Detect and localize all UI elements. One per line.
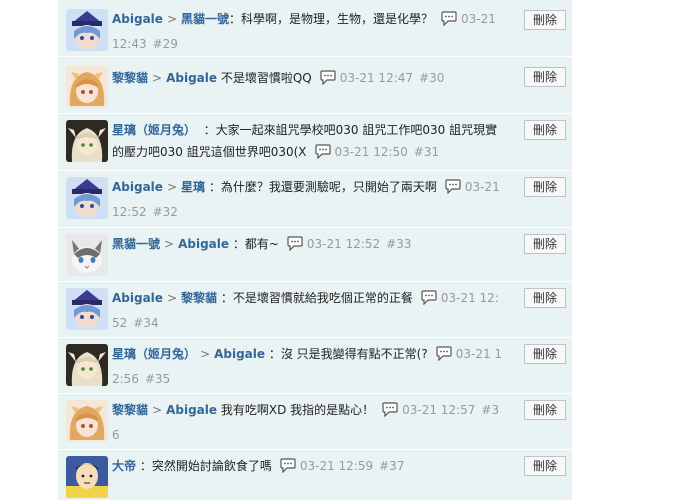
lilimao-avatar[interactable] [66, 66, 108, 108]
comment-text: 不是壞習慣啦QQ [220, 71, 312, 85]
delete-button[interactable]: 刪除 [524, 120, 566, 140]
comment-text: 我有吃啊XD 我指的是點心！ [220, 403, 375, 417]
abigale-avatar[interactable] [66, 9, 108, 51]
timestamp: 03-21 12:50 [334, 145, 408, 159]
comment-body: 黑貓一號 > Abigale ：都有~ 03-21 12:52 #33 [112, 233, 506, 258]
reply-bubble-icon[interactable] [441, 11, 457, 33]
reply-arrow: > [166, 180, 177, 194]
reply-bubble-icon[interactable] [287, 236, 303, 258]
reply-bubble-icon[interactable] [314, 144, 331, 166]
author-link[interactable]: 大帝 [112, 459, 136, 473]
comment-text: ：為什麼？我還要測驗呢，只開始了兩天啊 [208, 180, 437, 194]
comment-item: Abigale > 黑貓一號：科學啊，是物理，生物，還是化學？ 03-21 12:43… [58, 0, 572, 57]
author-link[interactable]: 星璃（姬月兔） [112, 347, 196, 361]
reply-bubble-icon[interactable] [421, 290, 437, 312]
target-link[interactable]: Abigale [214, 347, 265, 361]
cat-avatar[interactable] [66, 234, 108, 276]
comment-text: ：科學啊，是物理，生物，還是化學？ [229, 12, 434, 26]
reply-arrow: > [152, 403, 163, 417]
delete-button[interactable]: 刪除 [524, 10, 566, 30]
comment-number[interactable]: #31 [414, 145, 439, 159]
abigale-avatar[interactable] [66, 288, 108, 330]
comment-text: ：突然開始討論飲食了嗎 [139, 459, 272, 473]
comment-body: Abigale > 黎黎貓 ：不是壞習慣就給我吃個正常的正餐 03-21 12:52 #… [112, 287, 506, 334]
author-link[interactable]: 黎黎貓 [112, 71, 148, 85]
target-link[interactable]: 星璃 [181, 180, 205, 194]
delete-button[interactable]: 刪除 [524, 177, 566, 197]
reply-bubble-icon[interactable] [382, 402, 398, 424]
comment-text: ：都有~ [232, 237, 279, 251]
comment-number[interactable]: #32 [153, 205, 178, 219]
target-link[interactable]: Abigale [178, 237, 229, 251]
delete-button[interactable]: 刪除 [524, 400, 566, 420]
comment-item: 黎黎貓 > Abigale 我有吃啊XD 我指的是點心！ 03-21 12:57 #36… [58, 394, 572, 450]
author-link[interactable]: Abigale [112, 291, 163, 305]
comment-body: Abigale > 星璃 ：為什麼？我還要測驗呢，只開始了兩天啊 03-21 12:5… [112, 176, 506, 223]
target-link[interactable]: Abigale [166, 71, 217, 85]
reply-arrow: > [152, 71, 163, 85]
author-link[interactable]: Abigale [112, 180, 163, 194]
author-link[interactable]: 黑貓一號 [112, 237, 160, 251]
reply-arrow: > [166, 12, 177, 26]
delete-button[interactable]: 刪除 [524, 288, 566, 308]
timestamp: 03-21 12:52 [306, 237, 381, 251]
comment-item: 星璃（姬月兔） ：大家一起來詛咒學校吧030 詛咒工作吧030 詛咒現實的壓力吧… [58, 114, 572, 171]
comment-body: 黎黎貓 > Abigale 我有吃啊XD 我指的是點心！ 03-21 12:57 #36 [112, 399, 506, 446]
delete-button[interactable]: 刪除 [524, 344, 566, 364]
dadi-avatar[interactable] [66, 456, 108, 498]
xingli-avatar[interactable] [66, 344, 108, 386]
delete-button[interactable]: 刪除 [524, 456, 566, 476]
reply-arrow: > [200, 347, 211, 361]
target-link[interactable]: 黎黎貓 [181, 291, 217, 305]
author-link[interactable]: 黎黎貓 [112, 403, 148, 417]
comment-item: Abigale > 黎黎貓 ：不是壞習慣就給我吃個正常的正餐 03-21 12:52 #… [58, 282, 572, 338]
comment-text: ：沒 只是我變得有點不正常(? [268, 347, 428, 361]
comment-number[interactable]: #29 [153, 37, 178, 51]
comment-number[interactable]: #37 [379, 459, 404, 473]
abigale-avatar[interactable] [66, 177, 108, 219]
author-link[interactable]: 星璃（姬月兔） [112, 123, 196, 137]
comment-body: Abigale > 黑貓一號：科學啊，是物理，生物，還是化學？ 03-21 12:43… [112, 8, 506, 55]
timestamp: 03-21 12:57 [402, 403, 476, 417]
reply-arrow: > [166, 291, 177, 305]
comment-item: Abigale > 星璃 ：為什麼？我還要測驗呢，只開始了兩天啊 03-21 12:5… [58, 171, 572, 228]
comment-number[interactable]: #35 [145, 372, 170, 386]
comment-number[interactable]: #33 [386, 237, 411, 251]
comment-text: ：不是壞習慣就給我吃個正常的正餐 [220, 291, 413, 305]
xingli-avatar[interactable] [66, 120, 108, 162]
reply-bubble-icon[interactable] [445, 179, 461, 201]
timestamp: 03-21 12:47 [339, 71, 414, 85]
lilimao-avatar[interactable] [66, 400, 108, 442]
comment-body: 大帝 ：突然開始討論飲食了嗎 03-21 12:59 #37 [112, 455, 506, 480]
timestamp: 03-21 12:59 [299, 459, 374, 473]
comment-item: 黎黎貓 > Abigale 不是壞習慣啦QQ 03-21 12:47 #30 刪除 [58, 57, 572, 114]
comment-item: 大帝 ：突然開始討論飲食了嗎 03-21 12:59 #37 刪除 [58, 450, 572, 501]
reply-bubble-icon[interactable] [320, 70, 336, 92]
comment-number[interactable]: #30 [419, 71, 444, 85]
comment-item: 星璃（姬月兔） > Abigale ：沒 只是我變得有點不正常(? 03-21 12:… [58, 338, 572, 394]
reply-bubble-icon[interactable] [280, 458, 296, 480]
comment-body: 星璃（姬月兔） > Abigale ：沒 只是我變得有點不正常(? 03-21 12:… [112, 343, 506, 390]
target-link[interactable]: 黑貓一號 [181, 12, 229, 26]
author-link[interactable]: Abigale [112, 12, 163, 26]
comment-item: 黑貓一號 > Abigale ：都有~ 03-21 12:52 #33 刪除 [58, 228, 572, 282]
comment-body: 星璃（姬月兔） ：大家一起來詛咒學校吧030 詛咒工作吧030 詛咒現實的壓力吧… [112, 119, 506, 166]
delete-button[interactable]: 刪除 [524, 67, 566, 87]
comment-number[interactable]: #34 [133, 316, 158, 330]
target-link[interactable]: Abigale [166, 403, 217, 417]
reply-arrow: > [164, 237, 175, 251]
delete-button[interactable]: 刪除 [524, 234, 566, 254]
reply-bubble-icon[interactable] [436, 346, 452, 368]
comment-body: 黎黎貓 > Abigale 不是壞習慣啦QQ 03-21 12:47 #30 [112, 67, 506, 92]
